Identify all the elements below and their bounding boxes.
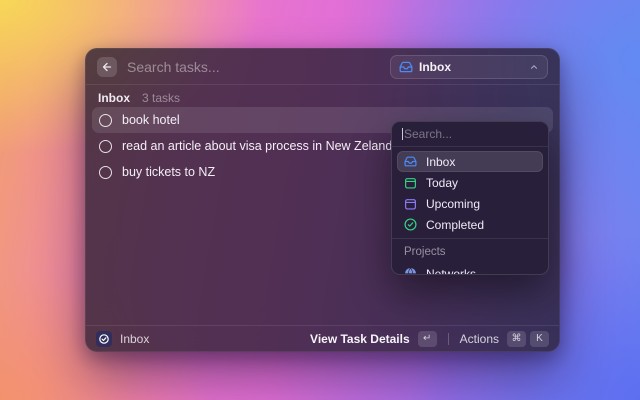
status-bar: Inbox View Task Details ↵ Actions ⌘ K xyxy=(86,326,559,351)
enter-keycap[interactable]: ↵ xyxy=(418,331,437,347)
dropdown-search-input[interactable]: Search... xyxy=(392,122,548,146)
task-title: book hotel xyxy=(122,113,180,127)
chevron-up-icon xyxy=(529,62,539,72)
view-task-details-button[interactable]: View Task Details xyxy=(310,332,410,346)
dropdown-item-label: Today xyxy=(426,176,458,190)
list-header: Inbox 3 tasks xyxy=(92,89,553,107)
task-list-panel: Inbox 3 tasks book hotel read an article… xyxy=(86,85,559,325)
task-checkbox[interactable] xyxy=(99,166,112,179)
statusbar-context-label: Inbox xyxy=(120,332,149,346)
calendar-icon xyxy=(404,197,417,210)
dropdown-projects-list: Networks xyxy=(392,261,548,275)
inbox-icon xyxy=(404,155,417,168)
dropdown-item-label: Networks xyxy=(426,267,476,276)
dropdown-item-networks[interactable]: Networks xyxy=(397,263,543,275)
dropdown-search-placeholder: Search... xyxy=(404,127,452,141)
list-switcher-button[interactable]: Inbox xyxy=(390,55,548,79)
task-count: 3 tasks xyxy=(142,91,180,105)
actions-shortcut: ⌘ K xyxy=(507,331,549,347)
back-button[interactable] xyxy=(97,57,117,77)
inbox-icon xyxy=(399,60,413,74)
dropdown-list: Inbox Today Upcoming xyxy=(392,147,548,238)
dropdown-item-label: Completed xyxy=(426,218,484,232)
app-logo-icon xyxy=(96,331,112,347)
globe-icon xyxy=(404,267,417,275)
search-tasks-input[interactable]: Search tasks... xyxy=(127,59,380,75)
projects-section-label: Projects xyxy=(392,239,548,261)
task-checkbox[interactable] xyxy=(99,140,112,153)
cmd-keycap[interactable]: ⌘ xyxy=(507,331,526,347)
k-keycap[interactable]: K xyxy=(530,331,549,347)
task-title: read an article about visa process in Ne… xyxy=(122,139,392,153)
dropdown-item-inbox[interactable]: Inbox xyxy=(397,151,543,172)
task-app-window: Search tasks... Inbox Inbox 3 tasks book… xyxy=(85,48,560,352)
task-title: buy tickets to NZ xyxy=(122,165,215,179)
dropdown-item-label: Inbox xyxy=(426,155,455,169)
dropdown-item-completed[interactable]: Completed xyxy=(397,214,543,235)
check-circle-icon xyxy=(404,218,417,231)
statusbar-separator xyxy=(448,333,449,345)
list-title: Inbox xyxy=(98,91,130,105)
list-switcher-dropdown: Search... Inbox Today xyxy=(391,121,549,275)
actions-button[interactable]: Actions xyxy=(460,332,499,346)
dropdown-item-upcoming[interactable]: Upcoming xyxy=(397,193,543,214)
top-bar: Search tasks... Inbox xyxy=(86,49,559,84)
arrow-left-icon xyxy=(101,61,113,73)
task-checkbox[interactable] xyxy=(99,114,112,127)
calendar-icon xyxy=(404,176,417,189)
text-cursor xyxy=(402,128,403,140)
dropdown-item-label: Upcoming xyxy=(426,197,480,211)
list-switcher-label: Inbox xyxy=(419,60,451,74)
dropdown-item-today[interactable]: Today xyxy=(397,172,543,193)
